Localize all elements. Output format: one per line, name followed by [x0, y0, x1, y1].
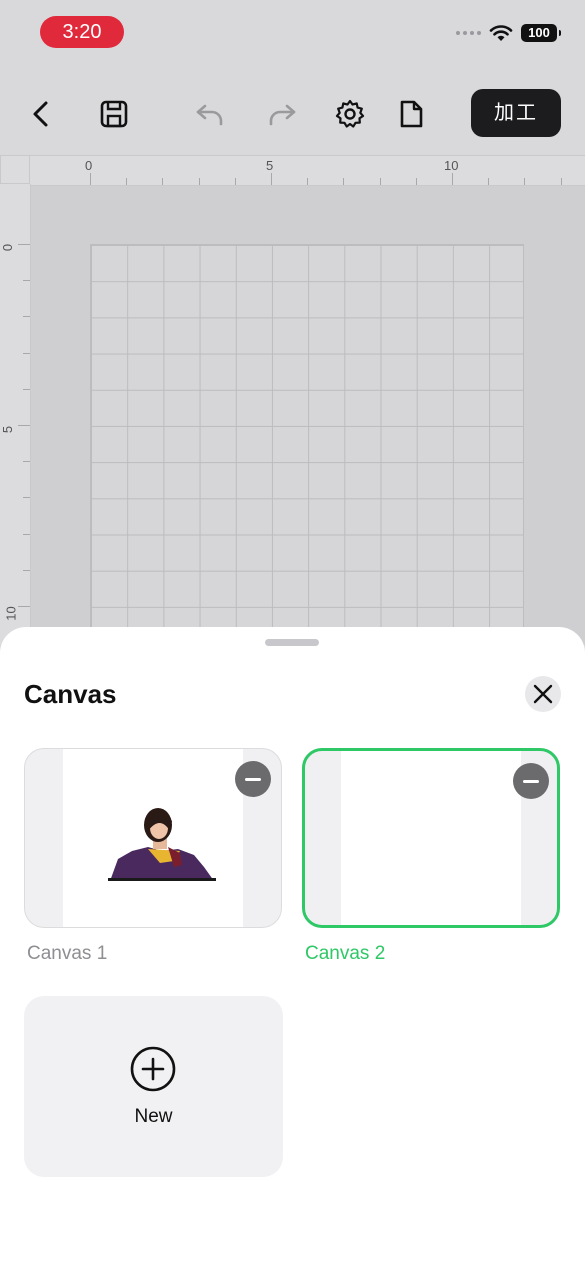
undo-button[interactable] [190, 94, 230, 134]
canvas-grid[interactable] [90, 244, 524, 644]
back-button[interactable] [22, 94, 62, 134]
status-bar: 3:20 100 [0, 0, 585, 64]
new-canvas-button[interactable]: New [24, 996, 283, 1177]
canvas-sheet: Canvas Canvas 1 Canvas 2 New [0, 627, 585, 1266]
ruler-label: 10 [3, 606, 19, 621]
close-button[interactable] [525, 676, 561, 712]
canvas-label-2: Canvas 2 [305, 943, 386, 964]
battery-icon: 100 [521, 24, 561, 42]
redo-icon [269, 104, 296, 126]
save-button[interactable] [94, 94, 134, 134]
document-button[interactable] [391, 94, 431, 134]
save-icon [100, 100, 128, 128]
ruler-tick [18, 425, 30, 426]
ruler-tick [452, 173, 453, 185]
ruler-label: 5 [0, 425, 16, 434]
ruler-tick [23, 533, 30, 535]
close-icon [533, 684, 553, 704]
ruler-tick [198, 178, 200, 185]
ruler-tick [23, 280, 30, 282]
redo-button[interactable] [262, 94, 302, 134]
back-icon [33, 101, 48, 127]
horizontal-ruler: 0 5 10 [30, 155, 585, 186]
ruler-tick [415, 178, 417, 185]
ruler-tick [488, 178, 490, 185]
status-indicators: 100 [456, 24, 561, 42]
ruler-tick [234, 178, 236, 185]
add-circle-icon [130, 1046, 176, 1092]
canvas-card-2[interactable] [302, 748, 560, 928]
ruler-tick [23, 497, 30, 499]
delete-canvas-2-button[interactable] [513, 763, 549, 799]
ruler-label: 0 [0, 243, 16, 252]
toolbar: 加工 [0, 84, 585, 142]
minus-icon [245, 777, 261, 781]
canvas-card-1[interactable] [24, 748, 282, 928]
ruler-tick [307, 178, 309, 185]
ruler-tick [23, 352, 30, 354]
ruler-label: 0 [85, 158, 93, 173]
ruler-tick [162, 178, 164, 185]
ruler-tick [23, 569, 30, 571]
delete-canvas-1-button[interactable] [235, 761, 271, 797]
ruler-tick [18, 606, 30, 607]
wifi-icon [489, 25, 513, 41]
ruler-tick [18, 244, 30, 245]
ruler-tick [90, 173, 91, 185]
ruler-tick [560, 178, 562, 185]
ruler-tick [126, 178, 128, 185]
status-time: 3:20 [40, 16, 124, 48]
ruler-corner [0, 155, 30, 184]
minus-icon [523, 779, 539, 783]
sheet-drag-handle[interactable] [265, 639, 319, 646]
vertical-ruler: 0 5 10 [0, 184, 31, 644]
ruler-tick [23, 388, 30, 390]
undo-icon [196, 104, 223, 126]
ruler-tick [379, 178, 381, 185]
sheet-title: Canvas [24, 679, 117, 709]
ruler-tick [271, 173, 272, 185]
settings-icon [335, 99, 365, 128]
document-icon [400, 100, 423, 128]
canvas-thumbnail-image [108, 808, 216, 881]
new-canvas-label: New [134, 1106, 173, 1127]
canvas-paper [341, 751, 521, 925]
ruler-label: 5 [266, 158, 274, 173]
process-button[interactable]: 加工 [471, 89, 561, 137]
ruler-tick [23, 461, 30, 463]
ruler-tick [524, 178, 526, 185]
ruler-label: 10 [444, 158, 459, 173]
ruler-tick [23, 316, 30, 318]
settings-button[interactable] [330, 94, 370, 134]
cellular-signal-icon [456, 31, 481, 35]
ruler-tick [343, 178, 345, 185]
canvas-label-1: Canvas 1 [27, 943, 108, 964]
